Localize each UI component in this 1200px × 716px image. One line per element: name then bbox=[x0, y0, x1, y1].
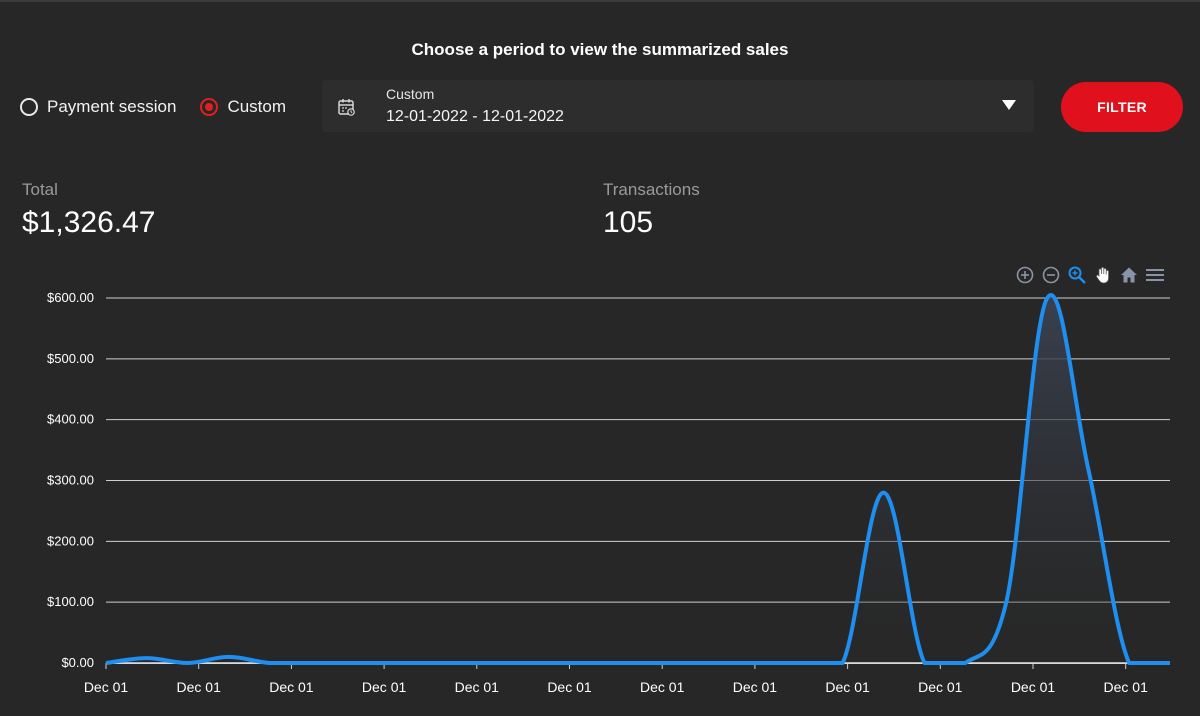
x-tick-label: Dec 01 bbox=[455, 679, 500, 695]
transactions-stat: Transactions 105 bbox=[603, 180, 700, 240]
page-title: Choose a period to view the summarized s… bbox=[411, 40, 789, 59]
calendar-icon bbox=[338, 99, 355, 116]
y-tick-label: $600.00 bbox=[47, 290, 94, 305]
period-type-group: Payment session Custom bbox=[20, 97, 310, 117]
x-tick-label: Dec 01 bbox=[177, 679, 222, 695]
period-dropdown[interactable]: Custom 12-01-2022 - 12-01-2022 bbox=[322, 80, 1034, 132]
y-tick-label: $200.00 bbox=[47, 533, 94, 548]
filter-button[interactable]: FILTER bbox=[1061, 82, 1183, 132]
series-area bbox=[106, 295, 1170, 663]
period-dropdown-value: 12-01-2022 - 12-01-2022 bbox=[386, 108, 564, 125]
radio-payment-session-indicator[interactable] bbox=[20, 98, 38, 116]
x-tick-label: Dec 01 bbox=[918, 679, 963, 695]
total-label: Total bbox=[22, 180, 58, 199]
period-dropdown-label: Custom bbox=[386, 86, 435, 102]
radio-custom-label: Custom bbox=[227, 97, 287, 116]
total-stat: Total $1,326.47 bbox=[22, 180, 155, 240]
radio-payment-session[interactable]: Payment session bbox=[20, 97, 176, 117]
y-tick-label: $400.00 bbox=[47, 412, 94, 427]
x-tick-label: Dec 01 bbox=[362, 679, 407, 695]
x-tick-label: Dec 01 bbox=[733, 679, 778, 695]
transactions-value: 105 bbox=[603, 206, 654, 239]
y-tick-label: $300.00 bbox=[47, 473, 94, 488]
transactions-label: Transactions bbox=[603, 180, 700, 199]
y-tick-label: $0.00 bbox=[61, 655, 94, 670]
total-value: $1,326.47 bbox=[22, 206, 156, 239]
x-tick-label: Dec 01 bbox=[547, 679, 592, 695]
radio-custom-indicator[interactable] bbox=[200, 98, 219, 116]
x-tick-label: Dec 01 bbox=[825, 679, 870, 695]
chevron-down-icon[interactable] bbox=[1002, 100, 1016, 110]
radio-custom[interactable]: Custom bbox=[200, 97, 286, 117]
sales-chart: $0.00 $100.00 $200.00 $300.00 $400.00 $500.00… bbox=[47, 290, 1170, 695]
y-tick-label: $500.00 bbox=[47, 351, 94, 366]
x-tick-label: Dec 01 bbox=[1011, 679, 1056, 695]
radio-payment-session-label: Payment session bbox=[47, 97, 177, 116]
x-tick-label: Dec 01 bbox=[84, 679, 129, 695]
sales-summary-panel: Choose a period to view the summarized s… bbox=[0, 0, 1200, 716]
x-tick-label: Dec 01 bbox=[640, 679, 685, 695]
x-tick-label: Dec 01 bbox=[269, 679, 314, 695]
x-tick-label: Dec 01 bbox=[1104, 679, 1149, 695]
y-tick-label: $100.00 bbox=[47, 594, 94, 609]
